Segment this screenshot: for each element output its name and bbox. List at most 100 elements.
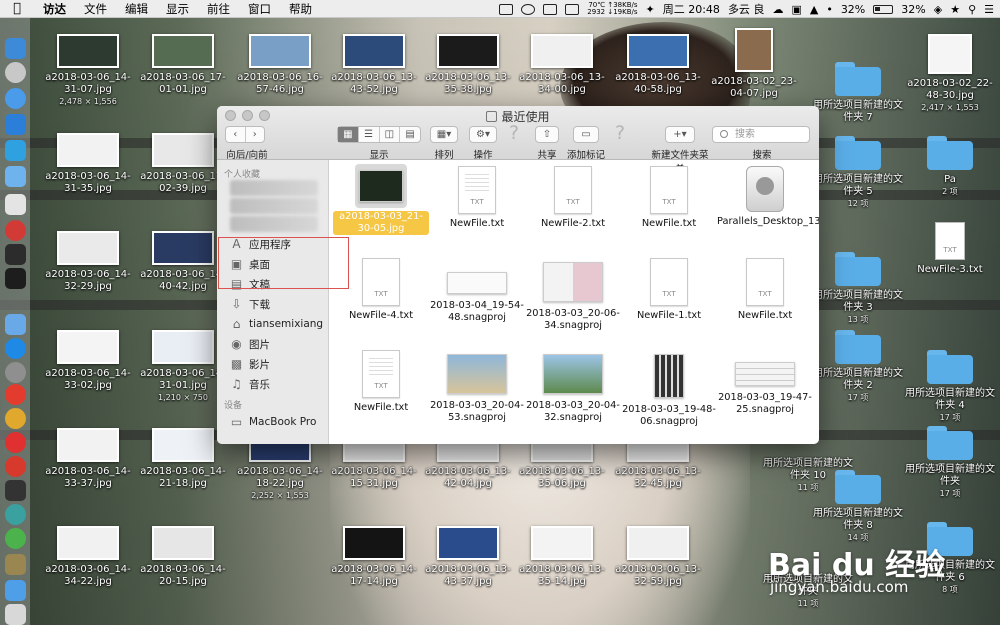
desktop-image-file[interactable]: a2018-03-06_14-32-29.jpg — [40, 231, 136, 293]
desktop-folder[interactable]: 用所选项目新建的文件夹 5 12 项 — [810, 136, 906, 210]
launchpad-dock-icon[interactable] — [5, 62, 26, 83]
apple-menu-icon[interactable]:  — [0, 1, 34, 16]
clock[interactable]: 周二 20:48 — [663, 1, 720, 17]
back-button[interactable]: ‹ — [226, 127, 246, 142]
desktop-image-file[interactable]: a2018-03-06_17-01-01.jpg — [135, 34, 231, 96]
downloads-dock-icon[interactable] — [5, 580, 26, 601]
battery-icon[interactable] — [873, 4, 894, 14]
file-item[interactable]: TXT NewFile.txt — [333, 348, 429, 414]
tray-app-icon[interactable] — [499, 3, 514, 15]
desktop-image-file[interactable]: a2018-03-02_23-04-07.jpg — [706, 28, 802, 100]
gallery-view-button[interactable]: ▤ — [400, 127, 420, 142]
file-item[interactable]: TXT NewFile-1.txt — [621, 256, 717, 322]
search-input[interactable]: 搜索 — [712, 126, 810, 143]
desktop-image-file[interactable]: a2018-03-06_13-40-58.jpg — [610, 34, 706, 96]
chrome-dock-icon[interactable] — [5, 408, 26, 429]
desktop-folder[interactable]: 用所选项目新建的文件夹 8 14 项 — [810, 470, 906, 544]
bluetooth-status-icon[interactable]: • — [826, 3, 833, 16]
desktop-image-file[interactable]: a2018-03-06_14-33-37.jpg — [40, 428, 136, 490]
preview-dock-icon[interactable] — [5, 554, 26, 575]
desktop-image-file[interactable]: a2018-03-06_13-35-38.jpg — [420, 34, 516, 96]
menu-window[interactable]: 窗口 — [239, 1, 280, 17]
arrange-button[interactable]: ▦▾ — [430, 126, 458, 143]
file-item[interactable]: 2018-03-03_20-06-34.snagproj — [525, 256, 621, 332]
app-dock-icon[interactable] — [5, 140, 26, 161]
list-view-button[interactable]: ☰ — [359, 127, 380, 142]
sidebar-item-pictures[interactable]: ◉ 图片 — [217, 334, 328, 354]
terminal-dock-icon[interactable] — [5, 244, 26, 265]
battery-percent-2[interactable]: 32% — [901, 3, 925, 16]
safari-dock-icon[interactable] — [5, 88, 26, 109]
file-item[interactable]: 2018-03-03_20-04-53.snagproj — [429, 348, 525, 424]
desktop-image-file[interactable]: a2018-03-06_14-20-15.jpg — [135, 526, 231, 588]
app-dock-icon[interactable] — [5, 194, 26, 215]
menu-file[interactable]: 文件 — [75, 1, 116, 17]
spotlight-icon[interactable]: ⚲ — [968, 3, 976, 16]
cpu-icon[interactable]: ▲ — [810, 3, 818, 16]
desktop-folder[interactable]: 用所选项目新建的文件夹 4 17 项 — [902, 350, 998, 424]
desktop-image-file[interactable]: a2018-03-06_13-32-59.jpg — [610, 526, 706, 588]
bluetooth-icon[interactable]: ✦ — [646, 3, 655, 16]
vivaldi-dock-icon[interactable] — [5, 456, 26, 477]
file-item[interactable]: TXT NewFile.txt — [621, 164, 717, 230]
menu-view[interactable]: 显示 — [157, 1, 198, 17]
notification-center-icon[interactable]: ☰ — [984, 3, 994, 16]
menu-go[interactable]: 前往 — [198, 1, 239, 17]
weather[interactable]: 多云 良 — [728, 1, 765, 17]
column-view-button[interactable]: ◫ — [380, 127, 401, 142]
app-dock-icon[interactable] — [5, 314, 26, 335]
weibo-dock-icon[interactable] — [5, 432, 26, 453]
finder-dock-icon[interactable] — [5, 38, 26, 59]
sidebar-item-movies[interactable]: ▩ 影片 — [217, 354, 328, 374]
menu-help[interactable]: 帮助 — [280, 1, 321, 17]
app-dock-icon[interactable] — [5, 480, 26, 501]
wechat-dock-icon[interactable] — [5, 528, 26, 549]
sidebar-item-home[interactable]: ⌂ tiansemixiang — [217, 314, 328, 334]
app-dock-icon[interactable] — [5, 114, 26, 135]
monitor-icon[interactable]: ▣ — [791, 3, 801, 16]
desktop-image-file[interactable]: a2018-03-02_22-48-30.jpg 2,417 × 1,553 — [902, 34, 998, 114]
desktop-image-file[interactable]: a2018-03-06_13-43-52.jpg — [326, 34, 422, 96]
tag-icon[interactable]: ▭ — [573, 126, 599, 143]
terminal-dock-icon[interactable] — [5, 268, 26, 289]
wifi-icon[interactable]: ◈ — [934, 3, 942, 16]
app-dock-icon[interactable] — [5, 220, 26, 241]
file-item[interactable]: 2018-03-04_19-54-48.snagproj — [429, 256, 525, 324]
yandex-dock-icon[interactable] — [5, 384, 26, 405]
menu-edit[interactable]: 编辑 — [116, 1, 157, 17]
app-dock-icon[interactable] — [5, 504, 26, 525]
share-icon[interactable]: ⇧ — [535, 126, 559, 143]
desktop-image-file[interactable]: a2018-03-06_16-57-46.jpg — [232, 34, 328, 96]
forward-button[interactable]: › — [246, 127, 265, 142]
sidebar-item-macbook[interactable]: ▭ MacBook Pro — [217, 412, 328, 432]
file-item[interactable]: Parallels_Desktop_13.2.0_...T...dmg — [717, 164, 819, 228]
cloud-icon[interactable]: ☁ — [772, 3, 783, 16]
new-folder-button[interactable]: +▾ — [665, 126, 695, 143]
desktop-image-file[interactable]: a2018-03-06_14-31-35.jpg — [40, 133, 136, 195]
desktop-image-file[interactable]: a2018-03-06_14-17-14.jpg — [326, 526, 422, 588]
file-item[interactable]: TXT NewFile.txt — [717, 256, 813, 322]
desktop-image-file[interactable]: a2018-03-06_14-33-02.jpg — [40, 330, 136, 392]
desktop-folder[interactable]: Pa 2 项 — [902, 136, 998, 198]
file-item[interactable]: TXT NewFile-2.txt — [525, 164, 621, 230]
desktop-image-file[interactable]: a2018-03-06_13-35-14.jpg — [514, 526, 610, 588]
desktop-image-file[interactable]: a2018-03-06_14-31-07.jpg 2,478 × 1,556 — [40, 34, 136, 108]
icon-view-button[interactable]: ▦ — [338, 127, 359, 142]
file-item[interactable]: a2018-03-03_21-30-05.jpg — [333, 164, 429, 235]
desktop-folder[interactable]: 用所选项目新建的文件夹 17 项 — [902, 426, 998, 500]
action-gear-icon[interactable]: ⚙▾ — [469, 126, 497, 143]
app-store-dock-icon[interactable] — [5, 338, 26, 359]
file-item[interactable]: 2018-03-03_19-48-06.snagproj — [621, 348, 717, 428]
file-item[interactable]: 2018-03-03_19-47-25.snagproj — [717, 348, 813, 416]
desktop-folder[interactable]: 用所选项目新建的文件夹 7 — [810, 62, 906, 124]
desktop-image-file[interactable]: a2018-03-06_13-43-37.jpg — [420, 526, 516, 588]
battery-percent-1[interactable]: 32% — [841, 3, 865, 16]
desktop-image-file[interactable]: a2018-03-06_14-34-22.jpg — [40, 526, 136, 588]
sidebar-item-downloads[interactable]: ⇩ 下载 — [217, 294, 328, 314]
system-preferences-dock-icon[interactable] — [5, 362, 26, 383]
file-item[interactable]: 2018-03-03_20-04-32.snagproj — [525, 348, 621, 424]
desktop-folder[interactable]: 用所选项目新建的文件夹 2 17 项 — [810, 330, 906, 404]
sidebar-item-music[interactable]: ♫ 音乐 — [217, 374, 328, 394]
wechat-tray-icon[interactable] — [521, 3, 536, 15]
display-tray-icon[interactable] — [543, 3, 558, 15]
